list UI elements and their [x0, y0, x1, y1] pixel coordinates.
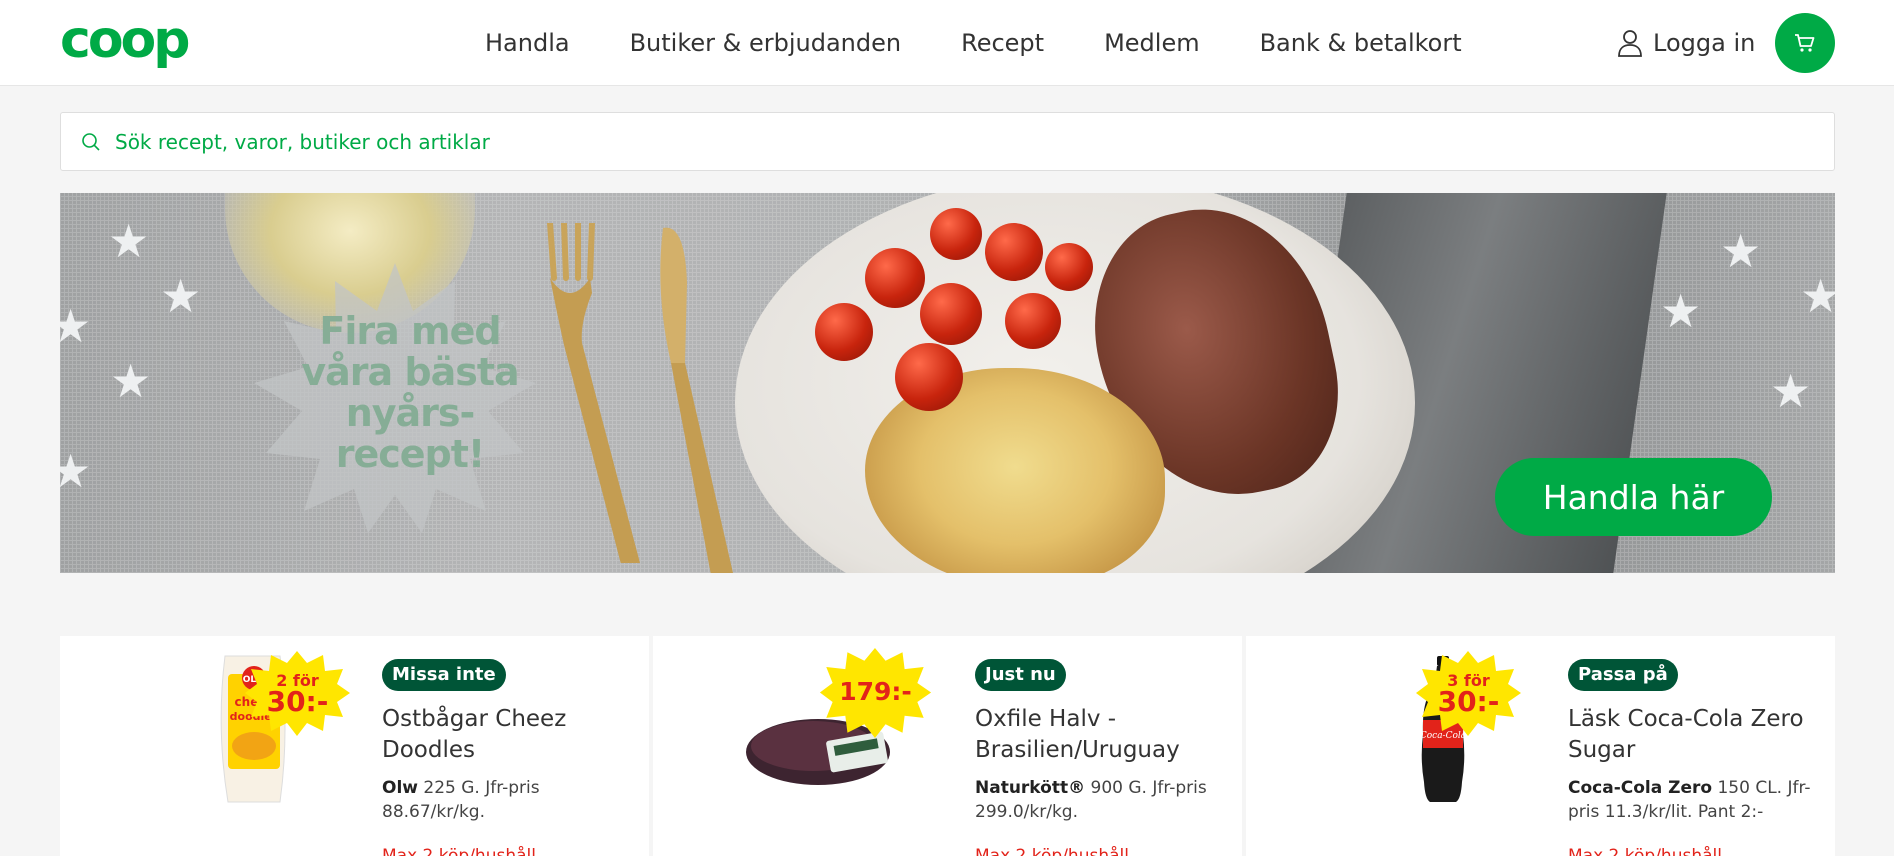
tomato-image: [985, 223, 1043, 281]
tomato-image: [1005, 293, 1061, 349]
purchase-limit: Max 2 köp/hushåll: [1568, 846, 1722, 856]
splash-price: 179:-: [839, 677, 912, 706]
splash-price: 30:-: [266, 685, 329, 718]
offer-cards: OLW cheez doodles 2 för 30:- Missa inte …: [60, 636, 1835, 856]
product-title[interactable]: Läsk Coca-Cola Zero Sugar: [1568, 704, 1818, 766]
star-decoration: ★: [110, 354, 152, 408]
nav-item-butiker-erbjudanden[interactable]: Butiker & erbjudanden: [630, 29, 902, 57]
star-decoration: ★: [60, 299, 92, 353]
tomato-image: [815, 303, 873, 361]
tomato-image: [920, 283, 982, 345]
fork-image: [547, 223, 640, 563]
splash-price: 30:-: [1437, 685, 1500, 718]
offer-card[interactable]: OLW cheez doodles 2 för 30:- Missa inte …: [60, 636, 649, 856]
nav-item-bank-betalkort[interactable]: Bank & betalkort: [1260, 29, 1462, 57]
login-label: Logga in: [1653, 29, 1756, 57]
tomato-image: [865, 248, 925, 308]
product-brand: Coca-Cola Zero: [1568, 778, 1713, 798]
product-description: Olw 225 G. Jfr-pris 88.67/kr/kg.: [382, 776, 632, 824]
product-brand: Olw: [382, 778, 418, 798]
hero-banner[interactable]: ★ ★ ★ ★ ★ ★ ★ ★ ★ ★ ★ ★ Fira med våra bä…: [60, 193, 1835, 573]
tomato-image: [1045, 243, 1093, 291]
search-input[interactable]: [115, 129, 1715, 154]
star-decoration: ★: [60, 444, 92, 498]
product-description: Naturkött® 900 G. Jfr-pris 299.0/kr/kg.: [975, 776, 1225, 824]
card-badge: Missa inte: [382, 659, 506, 691]
nav-item-medlem[interactable]: Medlem: [1104, 29, 1200, 57]
star-decoration: ★: [108, 214, 150, 268]
knife-image: [660, 227, 733, 573]
offer-card[interactable]: 179:- Just nu Oxfile Halv - Brasilien/Ur…: [653, 636, 1242, 856]
product-title[interactable]: Ostbågar Cheez Doodles: [382, 704, 632, 766]
purchase-limit: Max 2 köp/hushåll: [382, 846, 536, 856]
star-decoration: ★: [1800, 269, 1835, 323]
star-decoration: ★: [1660, 284, 1702, 338]
offer-card[interactable]: Coca-Cola 3 för 30:- Passa på Läsk Coca-…: [1246, 636, 1835, 856]
product-description: Coca-Cola Zero 150 CL. Jfr-pris 11.3/kr/…: [1568, 776, 1818, 824]
coop-logo[interactable]: coop: [60, 14, 190, 66]
tomato-image: [895, 343, 963, 411]
search-bar[interactable]: [60, 112, 1835, 171]
star-decoration: ★: [1770, 364, 1812, 418]
hero-title: Fira med våra bästa nyårs-recept!: [301, 309, 519, 476]
star-decoration: ★: [1720, 224, 1762, 278]
nav-item-handla[interactable]: Handla: [485, 29, 570, 57]
purchase-limit: Max 2 köp/hushåll: [975, 846, 1129, 856]
tomato-image: [930, 208, 982, 260]
site-header: coop Handla Butiker & erbjudanden Recept…: [0, 0, 1894, 86]
card-badge: Just nu: [975, 659, 1066, 691]
main-nav: Handla Butiker & erbjudanden Recept Medl…: [485, 0, 1522, 86]
search-icon: [82, 132, 100, 151]
login-link[interactable]: Logga in: [1617, 24, 1755, 62]
product-title[interactable]: Oxfile Halv - Brasilien/Uruguay: [975, 704, 1225, 766]
card-badge: Passa på: [1568, 659, 1678, 691]
cart-button[interactable]: [1775, 13, 1835, 73]
cart-icon: [1795, 34, 1815, 52]
nav-item-recept[interactable]: Recept: [961, 29, 1044, 57]
product-brand: Naturkött®: [975, 778, 1086, 798]
star-decoration: ★: [160, 269, 202, 323]
shop-here-button[interactable]: Handla här: [1495, 458, 1772, 536]
user-icon: [1618, 30, 1642, 57]
